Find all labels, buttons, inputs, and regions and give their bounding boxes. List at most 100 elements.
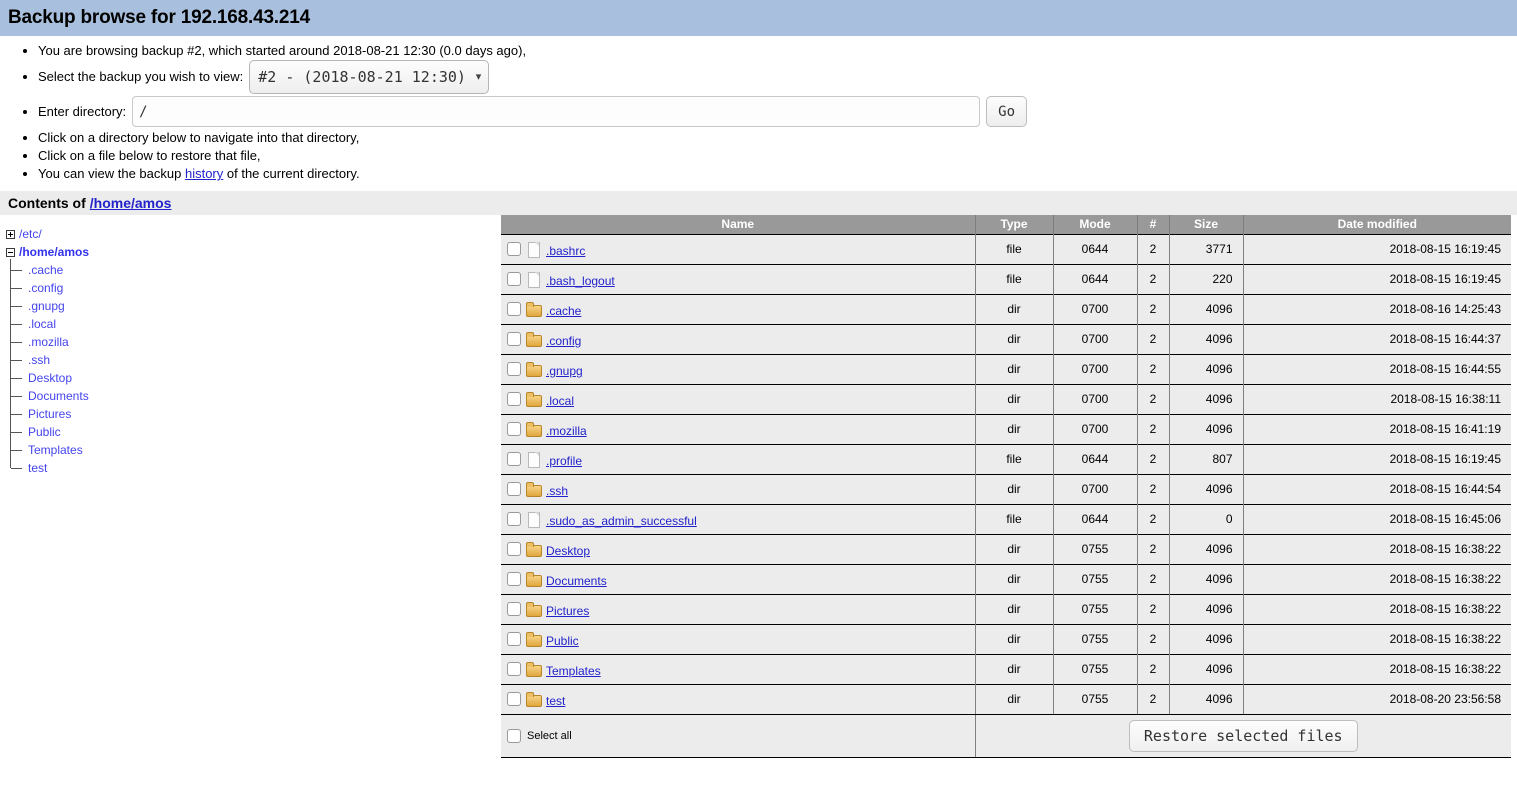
tree-item[interactable]: .local (10, 315, 476, 333)
directory-input[interactable] (132, 96, 981, 127)
table-row: .sudo_as_admin_successful file 0644 2 0 2018-… (501, 503, 1511, 534)
file-link[interactable]: .cache (546, 304, 581, 318)
row-checkbox[interactable] (507, 452, 521, 466)
column-header-name[interactable]: Name (501, 215, 976, 234)
column-header-type[interactable]: Type (975, 215, 1054, 234)
row-checkbox[interactable] (507, 272, 521, 286)
file-date-cell: 2018-08-15 16:38:22 (1243, 563, 1511, 594)
contents-path-link[interactable]: /home/amos (90, 195, 172, 211)
tree-item[interactable]: .gnupg (10, 297, 476, 315)
tree-item-label[interactable]: Desktop (28, 371, 72, 385)
file-date-cell: 2018-08-15 16:45:06 (1243, 503, 1511, 534)
tree-item[interactable]: .cache (10, 261, 476, 279)
backup-select[interactable]: #2 - (2018-08-21 12:30) (249, 60, 490, 94)
row-checkbox[interactable] (507, 302, 521, 316)
tree-node-home[interactable]: /home/amos (6, 243, 476, 261)
table-row: Documents dir 0755 2 4096 2018-08-15 16:38:22 (501, 563, 1511, 594)
file-link[interactable]: Desktop (546, 544, 590, 558)
tree-item-label[interactable]: .local (28, 317, 56, 331)
collapse-minus-icon[interactable] (6, 247, 15, 257)
file-link[interactable]: .gnupg (546, 364, 583, 378)
tree-link-home[interactable]: /home/amos (19, 245, 89, 259)
tree-item-label[interactable]: .mozilla (28, 335, 69, 349)
row-checkbox[interactable] (507, 512, 521, 526)
file-type-cell: dir (975, 383, 1054, 414)
row-checkbox[interactable] (507, 572, 521, 586)
file-link[interactable]: .local (546, 394, 574, 408)
tree-item-label[interactable]: .cache (28, 263, 63, 277)
file-type-cell: dir (975, 353, 1054, 384)
file-link[interactable]: Documents (546, 574, 607, 588)
file-link[interactable]: .profile (546, 454, 582, 468)
file-type-cell: file (975, 503, 1054, 534)
tree-node-etc[interactable]: /etc/ (6, 225, 476, 243)
row-checkbox[interactable] (507, 482, 521, 496)
tree-item-label[interactable]: Pictures (28, 407, 71, 421)
row-checkbox[interactable] (507, 422, 521, 436)
column-header-date[interactable]: Date modified (1243, 215, 1511, 234)
expand-plus-icon[interactable] (6, 229, 15, 239)
tree-item-label[interactable]: .ssh (28, 353, 50, 367)
restore-cell: Restore selected files (975, 713, 1511, 758)
tree-item[interactable]: .ssh (10, 351, 476, 369)
file-link[interactable]: Public (546, 634, 579, 648)
tree-item[interactable]: .config (10, 279, 476, 297)
tip-navigate-item: Click on a directory below to navigate i… (38, 129, 1517, 147)
tree-item[interactable]: Documents (10, 387, 476, 405)
file-link[interactable]: Templates (546, 664, 601, 678)
tree-item-label[interactable]: .gnupg (28, 299, 65, 313)
file-links-cell: 2 (1137, 353, 1170, 384)
row-checkbox[interactable] (507, 332, 521, 346)
file-size-cell: 4096 (1169, 563, 1244, 594)
file-link[interactable]: .config (546, 334, 581, 348)
row-checkbox[interactable] (507, 542, 521, 556)
tree-item-label[interactable]: .config (28, 281, 63, 295)
tree-item[interactable]: Pictures (10, 405, 476, 423)
file-link[interactable]: .bashrc (546, 244, 585, 258)
file-link[interactable]: Pictures (546, 604, 589, 618)
file-link[interactable]: test (546, 694, 565, 708)
file-link[interactable]: .sudo_as_admin_successful (546, 514, 697, 528)
history-link[interactable]: history (185, 166, 223, 181)
tree-children-home: .cache .config .gnupg .local .mozilla .s… (10, 259, 476, 477)
file-type-cell: dir (975, 473, 1054, 504)
column-header-mode[interactable]: Mode (1053, 215, 1138, 234)
tree-item[interactable]: Desktop (10, 369, 476, 387)
tree-item-label[interactable]: Templates (28, 443, 83, 457)
row-checkbox[interactable] (507, 662, 521, 676)
file-date-cell: 2018-08-16 14:25:43 (1243, 293, 1511, 324)
row-checkbox[interactable] (507, 632, 521, 646)
tree-link-etc[interactable]: /etc/ (19, 227, 42, 241)
tree-item[interactable]: .mozilla (10, 333, 476, 351)
select-all-checkbox[interactable] (507, 728, 521, 743)
body-area: /etc/ /home/amos .cache .config .gnupg .… (0, 215, 1517, 785)
tree-item[interactable]: Templates (10, 441, 476, 459)
file-mode-cell: 0755 (1053, 593, 1138, 624)
go-button[interactable]: Go (986, 96, 1028, 127)
column-header-size[interactable]: Size (1169, 215, 1244, 234)
table-row: .ssh dir 0700 2 4096 2018-08-15 16:44:54 (501, 473, 1511, 504)
file-link[interactable]: .mozilla (546, 424, 587, 438)
row-checkbox[interactable] (507, 242, 521, 256)
row-checkbox[interactable] (507, 362, 521, 376)
row-checkbox[interactable] (507, 602, 521, 616)
tree-item-label[interactable]: Public (28, 425, 61, 439)
file-link[interactable]: .ssh (546, 484, 568, 498)
file-links-cell: 2 (1137, 383, 1170, 414)
folder-icon (526, 421, 542, 437)
browsing-note-item: You are browsing backup #2, which starte… (38, 42, 1517, 60)
file-link[interactable]: .bash_logout (546, 274, 615, 288)
file-date-cell: 2018-08-15 16:38:22 (1243, 593, 1511, 624)
row-checkbox[interactable] (507, 392, 521, 406)
file-mode-cell: 0700 (1053, 323, 1138, 354)
file-mode-cell: 0755 (1053, 653, 1138, 684)
tree-item[interactable]: Public (10, 423, 476, 441)
row-checkbox[interactable] (507, 692, 521, 706)
file-name-cell: .profile (501, 443, 976, 474)
tree-item[interactable]: test (10, 459, 476, 477)
tree-item-label[interactable]: test (28, 461, 47, 475)
tree-item-label[interactable]: Documents (28, 389, 89, 403)
restore-selected-files-button[interactable]: Restore selected files (1128, 719, 1358, 752)
file-icon (526, 271, 541, 288)
column-header-links[interactable]: # (1137, 215, 1170, 234)
